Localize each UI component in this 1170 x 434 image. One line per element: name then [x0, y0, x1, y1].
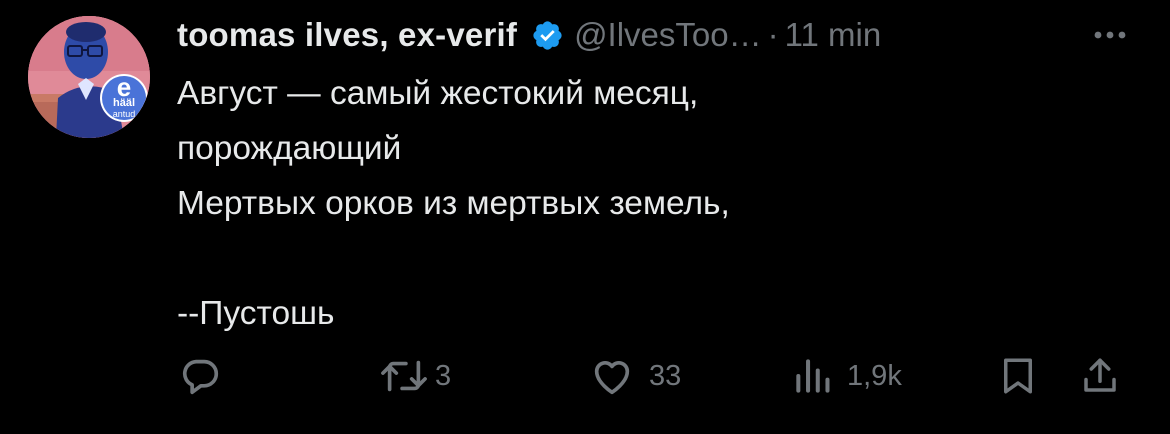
author-handle[interactable]: @IlvesToo… — [574, 16, 762, 54]
tweet-text: Август — самый жестокий месяц, порождающ… — [177, 66, 1077, 341]
views-count: 1,9k — [847, 359, 902, 392]
views-button[interactable]: 1,9k — [791, 350, 902, 402]
bookmark-icon — [1004, 358, 1032, 394]
views-icon — [796, 359, 830, 393]
like-count: 33 — [649, 359, 682, 392]
tweet-line — [177, 231, 1077, 286]
share-button[interactable] — [1079, 350, 1121, 402]
retweet-button[interactable]: 3 — [379, 350, 451, 402]
tweet-line: порождающий — [177, 130, 402, 167]
retweet-icon — [381, 360, 427, 392]
tweet-timestamp[interactable]: 11 min — [785, 16, 882, 54]
bookmark-button[interactable] — [997, 350, 1039, 402]
author-name[interactable]: toomas ilves, ex-verif — [177, 16, 517, 54]
reply-button[interactable] — [177, 350, 235, 402]
voted-badge: e hääl antud — [102, 72, 146, 122]
more-dots-icon — [1094, 31, 1126, 39]
tweet-line: Август — самый жестокий месяц, — [177, 75, 699, 112]
avatar[interactable]: e hääl antud — [28, 16, 150, 138]
separator-dot: · — [767, 16, 779, 53]
tweet-header: toomas ilves, ex-verif @IlvesToo… · 11 m… — [177, 14, 1137, 56]
voted-badge-letter: e — [116, 72, 132, 102]
verified-badge-icon[interactable] — [531, 19, 564, 52]
heart-icon — [594, 361, 630, 395]
tweet-line: --Пустошь — [177, 295, 335, 332]
tweet-line: Мертвых орков из мертвых земель, — [177, 185, 730, 222]
reply-icon — [182, 359, 219, 395]
voted-badge-line1: hääl — [112, 97, 135, 109]
more-options-button[interactable] — [1085, 14, 1135, 56]
share-icon — [1084, 358, 1116, 392]
action-bar: 3 33 1,9k — [177, 350, 1137, 402]
like-button[interactable]: 33 — [587, 350, 681, 402]
voted-badge-line2: antud — [112, 109, 136, 119]
retweet-count: 3 — [435, 359, 452, 392]
